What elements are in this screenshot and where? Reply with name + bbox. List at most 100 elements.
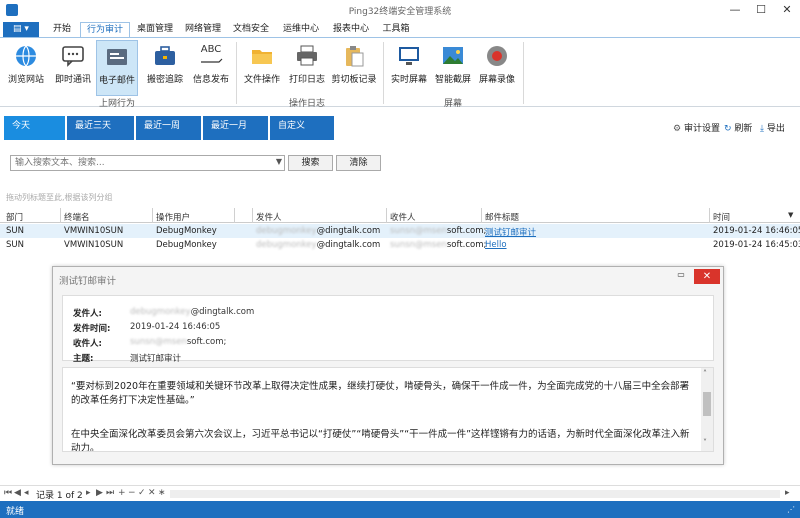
to-value: sunsn@msensoft.com; bbox=[130, 337, 226, 347]
search-input[interactable] bbox=[11, 156, 266, 170]
column-divider[interactable] bbox=[252, 208, 253, 223]
app-menu-button[interactable]: ▤ ▾ bbox=[3, 22, 39, 37]
close-button[interactable]: ✕ bbox=[774, 0, 800, 20]
horizontal-scrollbar[interactable] bbox=[170, 490, 780, 498]
cell-sender: debugmonkey@dingtalk.com bbox=[256, 240, 380, 250]
sender-domain: @dingtalk.com bbox=[316, 240, 381, 250]
tab-behavior-audit[interactable]: 行为审计 bbox=[80, 22, 130, 38]
column-header-subject[interactable]: 邮件标题 bbox=[485, 211, 519, 223]
ribbon-label: 剪切板记录 bbox=[331, 75, 377, 85]
briefcase-icon bbox=[155, 46, 175, 65]
search-button[interactable]: 搜索 bbox=[288, 155, 333, 171]
live-screen-button[interactable]: 实时屏幕 bbox=[388, 40, 430, 96]
filter-icon[interactable]: ∗ bbox=[158, 488, 166, 498]
next-page-icon[interactable]: ▶ bbox=[96, 488, 103, 498]
last-page-icon[interactable]: ⏭ bbox=[106, 488, 114, 498]
instant-messaging-button[interactable]: 即时通讯 bbox=[52, 40, 94, 96]
email-button[interactable]: 电子邮件 bbox=[96, 40, 138, 96]
resize-grip-icon[interactable]: ⋰ bbox=[787, 505, 795, 514]
column-divider[interactable] bbox=[709, 208, 710, 223]
refresh-label: 刷新 bbox=[734, 124, 753, 134]
tab-document-security[interactable]: 文档安全 bbox=[228, 22, 274, 38]
column-header-terminal[interactable]: 终端名 bbox=[64, 211, 90, 223]
print-log-button[interactable]: 打印日志 bbox=[286, 40, 328, 96]
column-header-sender[interactable]: 发件人 bbox=[256, 211, 282, 223]
date-tab-today[interactable]: 今天 bbox=[4, 116, 66, 140]
file-operation-button[interactable]: 文件操作 bbox=[242, 40, 282, 96]
date-tab-last-week[interactable]: 最近一周 bbox=[136, 116, 202, 140]
browse-websites-button[interactable]: 浏览网站 bbox=[6, 40, 46, 96]
ribbon-tab-row: ▤ ▾ 开始 行为审计 桌面管理 网络管理 文档安全 运维中心 报表中心 工具箱 bbox=[0, 20, 800, 38]
vertical-scrollbar[interactable]: ˄ ˅ bbox=[701, 368, 713, 451]
from-value: debugmonkey@dingtalk.com bbox=[130, 307, 254, 317]
date-tab-last-3-days[interactable]: 最近三天 bbox=[67, 116, 135, 140]
table-row[interactable]: SUN VMWIN10SUN DebugMonkey debugmonkey@d… bbox=[0, 224, 800, 238]
prev-record-icon[interactable]: ◂ bbox=[24, 488, 29, 498]
cell-time: 2019-01-24 16:45:03 bbox=[713, 240, 800, 250]
tab-start[interactable]: 开始 bbox=[48, 22, 76, 38]
ribbon-label: 智能截屏 bbox=[434, 75, 471, 85]
first-page-icon[interactable]: ⏮ bbox=[4, 488, 12, 498]
cell-subject[interactable]: 测试钉邮审计 bbox=[485, 226, 536, 238]
column-header-time[interactable]: 时间 bbox=[713, 211, 730, 223]
tab-ops-center[interactable]: 运维中心 bbox=[278, 22, 324, 38]
date-tab-custom[interactable]: 自定义 bbox=[270, 116, 335, 140]
export-button[interactable]: ⤓ 导出 bbox=[760, 121, 785, 134]
subject-link[interactable]: Hello bbox=[485, 240, 507, 250]
remove-icon[interactable]: − bbox=[128, 488, 136, 498]
maximize-button[interactable]: ☐ bbox=[748, 0, 774, 20]
refresh-button[interactable]: ↻ 刷新 bbox=[724, 121, 752, 134]
subject-link[interactable]: 测试钉邮审计 bbox=[485, 228, 536, 238]
column-divider[interactable] bbox=[60, 208, 61, 223]
abc-text-icon: ABC bbox=[199, 44, 223, 68]
to-domain: soft.com; bbox=[186, 337, 227, 347]
column-header-dept[interactable]: 部门 bbox=[6, 211, 23, 223]
chevron-down-icon[interactable]: ▼ bbox=[276, 157, 282, 166]
info-publish-button[interactable]: ABC 信息发布 bbox=[190, 40, 232, 96]
cell-subject[interactable]: Hello bbox=[485, 240, 507, 250]
dialog-maximize-button[interactable]: ▭ bbox=[673, 270, 689, 283]
column-divider[interactable] bbox=[481, 208, 482, 223]
export-label: 导出 bbox=[766, 124, 785, 134]
edit-icon[interactable]: ✓ bbox=[138, 488, 146, 498]
sort-down-icon[interactable]: ▼ bbox=[788, 211, 793, 219]
search-combobox[interactable]: ▼ bbox=[10, 155, 285, 171]
column-divider[interactable] bbox=[234, 208, 235, 223]
ribbon: 浏览网站 即时通讯 电子邮件 搬密追踪 ABC 信息发布 上网行为 文件操作 打… bbox=[0, 37, 800, 109]
column-header-user[interactable]: 操作用户 bbox=[156, 211, 190, 223]
clipboard-log-button[interactable]: 剪切板记录 bbox=[330, 40, 378, 96]
group-by-hint: 拖动列标题至此,根据该列分组 bbox=[6, 193, 113, 202]
table-row[interactable]: SUN VMWIN10SUN DebugMonkey debugmonkey@d… bbox=[0, 238, 800, 252]
column-header-recipient[interactable]: 收件人 bbox=[390, 211, 416, 223]
prev-page-icon[interactable]: ◀ bbox=[14, 488, 21, 498]
column-divider[interactable] bbox=[386, 208, 387, 223]
title-bar: Ping32终端安全管理系统 — ☐ ✕ bbox=[0, 0, 800, 20]
group-separator bbox=[236, 42, 237, 104]
scroll-right-icon[interactable]: ▸ bbox=[785, 488, 790, 498]
audit-settings-button[interactable]: ⚙ 审计设置 bbox=[673, 121, 720, 134]
add-icon[interactable]: + bbox=[118, 488, 126, 498]
column-divider[interactable] bbox=[152, 208, 153, 223]
scrollbar-thumb[interactable] bbox=[703, 392, 711, 416]
tab-report-center[interactable]: 报表中心 bbox=[328, 22, 374, 38]
subject-label: 主题: bbox=[73, 354, 94, 364]
clear-button[interactable]: 清除 bbox=[336, 155, 381, 171]
email-body[interactable]: “要对标到2020年在重要领域和关键环节改革上取得决定性成果，继续打硬仗，啃硬骨… bbox=[62, 367, 714, 452]
date-tab-last-month[interactable]: 最近一月 bbox=[203, 116, 269, 140]
tab-network-management[interactable]: 网络管理 bbox=[180, 22, 226, 38]
secret-tracking-button[interactable]: 搬密追踪 bbox=[144, 40, 186, 96]
next-record-icon[interactable]: ▸ bbox=[86, 488, 91, 498]
chevron-down-icon[interactable]: ˅ bbox=[703, 438, 707, 447]
cancel-icon[interactable]: ✕ bbox=[148, 488, 156, 498]
smart-screenshot-button[interactable]: 智能截屏 bbox=[432, 40, 474, 96]
screen-recording-button[interactable]: 屏幕录像 bbox=[476, 40, 518, 96]
dialog-close-button[interactable]: ✕ bbox=[694, 269, 720, 284]
tab-toolbox[interactable]: 工具箱 bbox=[378, 22, 414, 38]
pencil-icon bbox=[201, 58, 223, 63]
tab-desktop-management[interactable]: 桌面管理 bbox=[132, 22, 178, 38]
gear-icon: ⚙ bbox=[673, 124, 682, 134]
refresh-icon: ↻ bbox=[724, 124, 732, 134]
chevron-up-icon[interactable]: ˄ bbox=[703, 369, 707, 378]
minimize-button[interactable]: — bbox=[722, 0, 748, 20]
ribbon-label: 实时屏幕 bbox=[390, 75, 427, 85]
